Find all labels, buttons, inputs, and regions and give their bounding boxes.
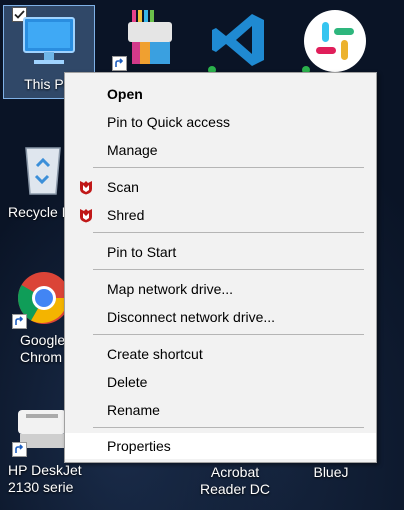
mcafee-icon bbox=[80, 181, 92, 195]
menu-separator bbox=[93, 269, 364, 270]
menu-separator bbox=[93, 334, 364, 335]
hp-deskjet-label-line2: 2130 serie bbox=[8, 479, 74, 495]
menu-item-pin-quick-access[interactable]: Pin to Quick access bbox=[65, 109, 376, 135]
menu-item-map-network-drive[interactable]: Map network drive... bbox=[65, 276, 376, 302]
desktop-icon-bluej[interactable]: BlueJ bbox=[288, 464, 374, 481]
bluej-label: BlueJ bbox=[313, 464, 349, 480]
acrobat-label-line2: Reader DC bbox=[199, 481, 271, 497]
recycle-bin-icon bbox=[25, 147, 61, 195]
desktop-icon-slack[interactable] bbox=[292, 8, 378, 74]
shortcut-arrow-icon bbox=[112, 56, 127, 71]
menu-separator bbox=[93, 427, 364, 428]
hp-deskjet-label-line1: HP DeskJet bbox=[8, 462, 82, 478]
menu-item-rename[interactable]: Rename bbox=[65, 397, 376, 423]
menu-separator bbox=[93, 232, 364, 233]
context-menu: Open Pin to Quick access Manage Scan Shr… bbox=[64, 72, 377, 463]
menu-item-create-shortcut[interactable]: Create shortcut bbox=[65, 341, 376, 367]
shortcut-arrow-icon bbox=[12, 442, 27, 457]
desktop-icon-vscode[interactable] bbox=[196, 10, 282, 74]
shortcut-arrow-icon bbox=[12, 314, 27, 329]
menu-item-pin-to-start[interactable]: Pin to Start bbox=[65, 239, 376, 265]
mcafee-icon bbox=[80, 209, 92, 223]
menu-item-manage[interactable]: Manage bbox=[65, 137, 376, 163]
vscode-icon bbox=[212, 14, 264, 66]
slack-icon bbox=[304, 10, 366, 72]
acrobat-label-line1: Acrobat bbox=[210, 464, 260, 480]
menu-item-scan[interactable]: Scan bbox=[65, 174, 376, 200]
menu-item-disconnect-network-drive[interactable]: Disconnect network drive... bbox=[65, 304, 376, 330]
desktop-icon-acrobat-reader[interactable]: Acrobat Reader DC bbox=[192, 464, 278, 498]
menu-item-scan-label: Scan bbox=[107, 179, 139, 195]
menu-item-shred[interactable]: Shred bbox=[65, 202, 376, 228]
menu-item-properties[interactable]: Properties bbox=[65, 433, 376, 459]
desktop-icon-hp-smart[interactable] bbox=[104, 10, 190, 71]
desktop[interactable]: This PC Recycle I Google Chrom HP DeskJe… bbox=[0, 0, 404, 510]
computer-icon bbox=[23, 17, 75, 64]
menu-separator bbox=[93, 167, 364, 168]
menu-item-delete[interactable]: Delete bbox=[65, 369, 376, 395]
menu-item-shred-label: Shred bbox=[107, 207, 145, 223]
menu-item-open[interactable]: Open bbox=[65, 81, 376, 107]
